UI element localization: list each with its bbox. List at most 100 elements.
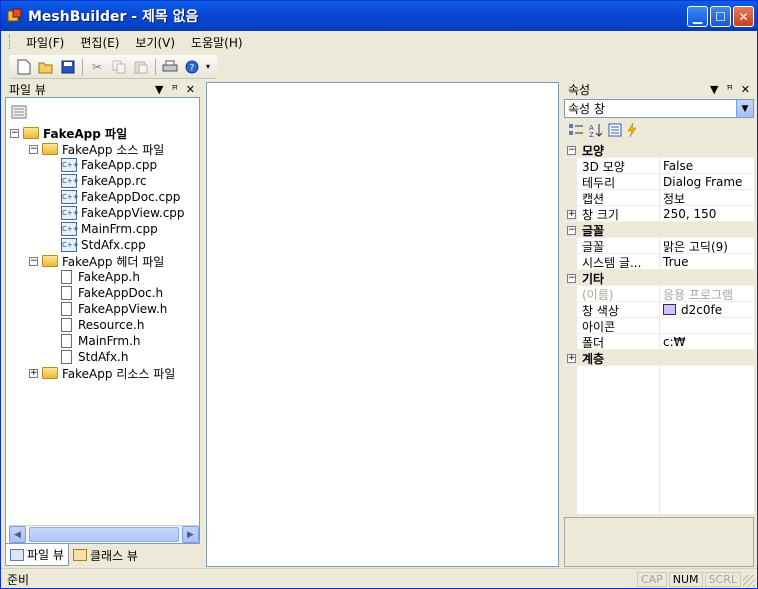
open-button[interactable] [35, 56, 57, 78]
app-icon[interactable] [7, 8, 23, 24]
combo-dropdown-button[interactable]: ▼ [736, 100, 753, 117]
tree-file[interactable]: StdAfx.h [48, 349, 128, 365]
cut-icon: ✂ [91, 59, 103, 74]
alphabetical-button[interactable]: AZ [588, 122, 604, 141]
property-row[interactable]: + 창 크기 250, 150 [564, 206, 754, 222]
print-icon [162, 60, 178, 71]
property-value[interactable]: False [663, 159, 693, 173]
property-row[interactable]: 글꼴 맑은 고딕(9) [564, 238, 754, 254]
collapse-icon[interactable]: − [567, 225, 576, 235]
property-row[interactable]: (이름) 응용 프로그램 [564, 286, 754, 302]
toolbar-overflow[interactable]: ▾ [203, 56, 213, 78]
tree-folder[interactable]: − FakeApp 헤더 파일 [29, 253, 164, 269]
help-button[interactable]: ? [181, 56, 203, 78]
collapse-icon[interactable]: − [567, 273, 576, 283]
close-button[interactable]: ✕ [733, 6, 754, 27]
scroll-thumb[interactable] [29, 527, 179, 542]
menu-file[interactable]: 파일(F) [18, 34, 72, 51]
property-value[interactable]: 맑은 고딕(9) [663, 238, 728, 255]
maximize-button[interactable]: ☐ [710, 6, 731, 27]
property-value[interactable]: True [663, 255, 689, 269]
status-indicator-num: NUM [668, 572, 703, 587]
property-row[interactable]: 테두리 Dialog Frame [564, 174, 754, 190]
property-value[interactable]: 정보 [663, 190, 685, 207]
tree-folder[interactable]: − FakeApp 소스 파일 [29, 141, 164, 157]
resize-grip[interactable] [743, 575, 755, 587]
paste-button[interactable] [130, 56, 152, 78]
toolbar-separator [82, 58, 83, 75]
header-file-icon [61, 286, 72, 300]
property-category[interactable]: − 모양 [564, 142, 754, 158]
menubar-grip[interactable] [9, 35, 12, 49]
events-button[interactable] [626, 122, 638, 140]
new-file-icon [17, 59, 31, 74]
property-row[interactable]: 3D 모양 False [564, 158, 754, 174]
property-row[interactable]: 캡션 정보 [564, 190, 754, 206]
expand-icon[interactable]: + [567, 209, 576, 219]
property-row[interactable]: 시스템 글... True [564, 254, 754, 270]
tree-file[interactable]: FakeAppView.h [48, 301, 167, 317]
property-category[interactable]: + 계층 [564, 350, 754, 366]
tree-file[interactable]: C++ MainFrm.cpp [48, 221, 158, 237]
file-view-properties-button[interactable] [11, 105, 29, 121]
tree-file[interactable]: Resource.h [48, 317, 144, 333]
tree-file[interactable]: FakeApp.h [48, 269, 140, 285]
tree-folder[interactable]: + FakeApp 리소스 파일 [29, 365, 175, 381]
collapse-icon[interactable]: − [29, 144, 38, 154]
tab-class-view[interactable]: 클래스 뷰 [69, 544, 142, 566]
categorized-button[interactable] [568, 123, 584, 140]
property-value[interactable]: d2c0fe [663, 303, 722, 317]
cpp-file-icon: C++ [61, 190, 79, 204]
expand-icon[interactable]: + [567, 353, 576, 363]
property-value[interactable]: c:₩ [663, 335, 686, 349]
property-value[interactable]: Dialog Frame [663, 175, 742, 189]
menu-view[interactable]: 보기(V) [127, 34, 183, 51]
tab-file-view[interactable]: 파일 뷰 [5, 544, 69, 566]
lightning-icon [627, 122, 637, 137]
title-bar[interactable]: MeshBuilder - 제목 없음 ▁ ☐ ✕ [1, 1, 757, 31]
collapse-icon[interactable]: − [10, 128, 19, 138]
property-pages-button[interactable] [608, 123, 622, 140]
copy-button[interactable] [108, 56, 130, 78]
menu-edit[interactable]: 편집(E) [72, 34, 127, 51]
save-button[interactable] [57, 56, 79, 78]
horizontal-scrollbar[interactable]: ◀ ▶ [9, 525, 199, 543]
tree-file[interactable]: C++ FakeApp.rc [48, 173, 147, 189]
tree-file[interactable]: C++ FakeAppView.cpp [48, 205, 185, 221]
property-category[interactable]: − 기타 [564, 270, 754, 286]
properties-object-combo[interactable]: 속성 창 ▼ [564, 99, 754, 118]
collapse-icon[interactable]: − [567, 145, 576, 155]
property-row[interactable]: 폴더 c:₩ [564, 334, 754, 350]
minimize-button[interactable]: ▁ [687, 6, 708, 27]
menu-bar: 파일(F) 편집(E) 보기(V) 도움말(H) [1, 31, 757, 53]
pin-icon[interactable]: ꟸ [726, 83, 732, 96]
expand-icon[interactable]: + [29, 368, 38, 378]
tree-file[interactable]: MainFrm.h [48, 333, 141, 349]
tree-file[interactable]: C++ FakeAppDoc.cpp [48, 189, 180, 205]
menu-help[interactable]: 도움말(H) [183, 34, 251, 51]
tree-file[interactable]: FakeAppDoc.h [48, 285, 163, 301]
new-file-button[interactable] [13, 56, 35, 78]
tree-file[interactable]: C++ FakeApp.cpp [48, 157, 157, 173]
tree-file[interactable]: C++ StdAfx.cpp [48, 237, 146, 253]
property-value[interactable]: 응용 프로그램 [663, 286, 733, 303]
document-area[interactable] [206, 82, 559, 567]
property-row[interactable]: 창 색상 d2c0fe [564, 302, 754, 318]
folder-icon [42, 367, 58, 379]
property-value-text: c:₩ [663, 335, 686, 349]
tree-folder[interactable]: − FakeApp 파일 [10, 125, 127, 141]
print-button[interactable] [159, 56, 181, 78]
collapse-icon[interactable]: − [29, 256, 38, 266]
close-pane-icon[interactable]: ✕ [741, 83, 750, 96]
pin-icon[interactable]: ꟸ [171, 83, 177, 96]
dropdown-arrow-icon[interactable]: ▼ [710, 83, 718, 96]
cut-button[interactable]: ✂ [86, 56, 108, 78]
property-value[interactable]: 250, 150 [663, 207, 716, 221]
scroll-right-button[interactable]: ▶ [182, 526, 199, 543]
scroll-left-button[interactable]: ◀ [9, 526, 26, 543]
property-row[interactable]: 아이콘 [564, 318, 754, 334]
property-category[interactable]: − 글꼴 [564, 222, 754, 238]
close-pane-icon[interactable]: ✕ [186, 83, 195, 96]
property-value-text: 정보 [663, 191, 686, 206]
dropdown-arrow-icon[interactable]: ▼ [155, 83, 163, 96]
